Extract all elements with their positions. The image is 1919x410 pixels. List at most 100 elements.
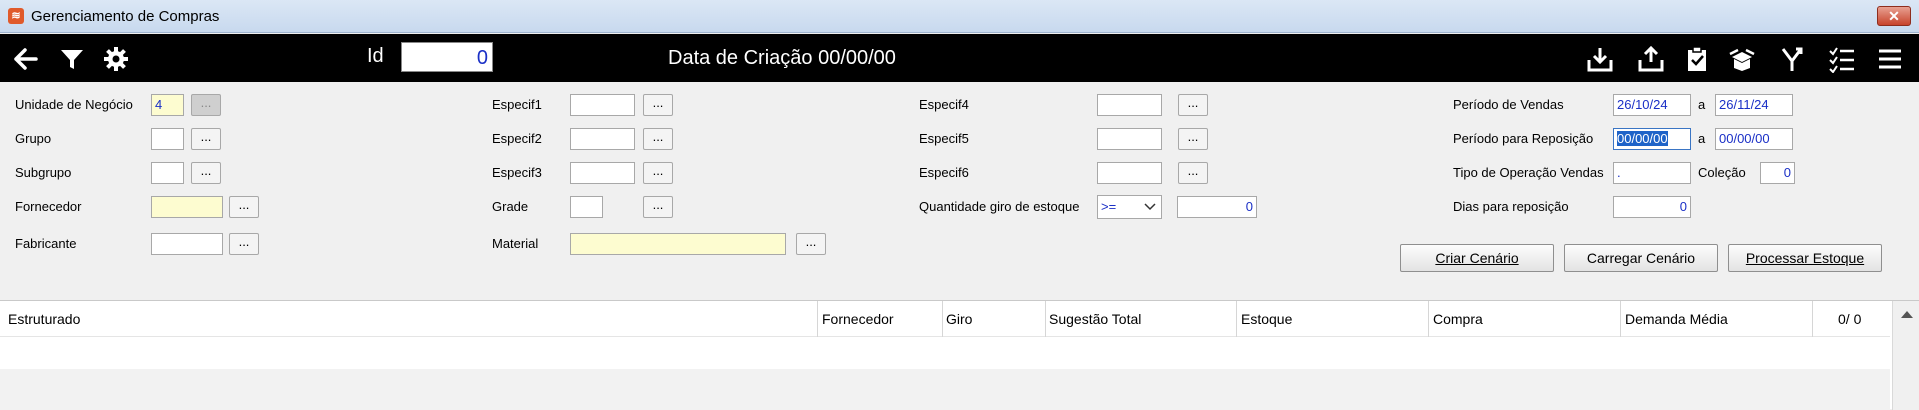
col-sugestao-total[interactable]: Sugestão Total <box>1049 311 1141 327</box>
back-arrow-icon[interactable] <box>10 44 40 74</box>
col-giro[interactable]: Giro <box>946 311 972 327</box>
menu-icon[interactable] <box>1875 44 1905 74</box>
especif1-label: Especif1 <box>492 97 542 112</box>
scroll-up-icon[interactable] <box>1901 311 1913 318</box>
id-label: Id <box>367 45 384 67</box>
unidade-lookup-button[interactable]: ... <box>191 94 221 116</box>
dias-reposicao-label: Dias para reposição <box>1453 199 1569 214</box>
grid-header: Estruturado Fornecedor Giro Sugestão Tot… <box>0 301 1890 337</box>
fornecedor-input[interactable] <box>151 196 223 218</box>
subgrupo-lookup-button[interactable]: ... <box>191 162 221 184</box>
fornecedor-label: Fornecedor <box>15 199 82 214</box>
checklist-icon[interactable] <box>1827 44 1857 74</box>
criar-cenario-label: Criar Cenário <box>1435 250 1519 266</box>
gear-icon[interactable] <box>101 44 131 74</box>
periodo-reposicao-from-input[interactable]: 00/00/00 <box>1613 128 1691 150</box>
periodo-vendas-label: Período de Vendas <box>1453 97 1564 112</box>
col-separator <box>1812 301 1813 337</box>
chevron-down-icon <box>1144 203 1156 211</box>
material-input[interactable] <box>570 233 786 255</box>
periodo-reposicao-label: Período para Reposição <box>1453 131 1594 146</box>
periodo-vendas-to-input[interactable]: 26/11/24 <box>1715 94 1793 116</box>
periodo-vendas-from-input[interactable]: 26/10/24 <box>1613 94 1691 116</box>
grupo-input[interactable] <box>151 128 184 150</box>
open-box-icon[interactable] <box>1727 44 1757 74</box>
toolbar: Id 0 Data de Criação 00/00/00 <box>0 34 1919 82</box>
especif4-input[interactable] <box>1097 94 1162 116</box>
especif3-label: Especif3 <box>492 165 542 180</box>
unidade-input[interactable]: 4 <box>151 94 184 116</box>
especif5-label: Especif5 <box>919 131 969 146</box>
clipboard-check-icon[interactable] <box>1682 44 1712 74</box>
split-arrow-icon[interactable] <box>1777 44 1807 74</box>
unidade-label: Unidade de Negócio <box>15 97 133 112</box>
tipo-operacao-input[interactable]: . <box>1613 162 1691 184</box>
col-separator <box>1045 301 1046 337</box>
grade-label: Grade <box>492 199 529 214</box>
giro-operator-value: >= <box>1101 199 1117 214</box>
colecao-label: Coleção <box>1698 165 1746 180</box>
giro-operator-select[interactable]: >= <box>1097 195 1162 219</box>
subgrupo-label: Subgrupo <box>15 165 72 180</box>
title-bar: ≋ Gerenciamento de Compras ✕ <box>0 0 1919 33</box>
col-separator <box>1620 301 1621 337</box>
col-separator <box>817 301 818 337</box>
grade-lookup-button[interactable]: ... <box>643 196 673 218</box>
col-demanda-media[interactable]: Demanda Média <box>1625 311 1728 327</box>
periodo-reposicao-from-value: 00/00/00 <box>1617 131 1668 146</box>
filter-form: Unidade de Negócio 4 ... Grupo ... Subgr… <box>0 82 1919 302</box>
col-separator <box>1236 301 1237 337</box>
vertical-scrollbar[interactable] <box>1892 301 1919 410</box>
criar-cenario-button[interactable]: Criar Cenário <box>1400 244 1554 272</box>
especif6-input[interactable] <box>1097 162 1162 184</box>
periodo-reposicao-to-input[interactable]: 00/00/00 <box>1715 128 1793 150</box>
close-button[interactable]: ✕ <box>1877 6 1911 26</box>
material-label: Material <box>492 236 539 251</box>
grade-input[interactable] <box>570 196 603 218</box>
carregar-cenario-button[interactable]: Carregar Cenário <box>1564 244 1718 272</box>
tipo-operacao-label: Tipo de Operação Vendas <box>1453 165 1604 180</box>
colecao-input[interactable]: 0 <box>1760 162 1795 184</box>
processar-estoque-label: Processar Estoque <box>1745 250 1865 266</box>
periodo-vendas-separator: a <box>1698 97 1706 112</box>
dias-reposicao-input[interactable]: 0 <box>1613 196 1691 218</box>
row-counter: 0/ 0 <box>1838 311 1862 327</box>
especif1-input[interactable] <box>570 94 635 116</box>
col-compra[interactable]: Compra <box>1433 311 1483 327</box>
periodo-reposicao-separator: a <box>1698 131 1706 146</box>
especif5-input[interactable] <box>1097 128 1162 150</box>
filter-icon[interactable] <box>57 44 87 74</box>
col-fornecedor[interactable]: Fornecedor <box>822 311 894 327</box>
processar-estoque-button[interactable]: Processar Estoque <box>1728 244 1882 272</box>
results-grid: Estruturado Fornecedor Giro Sugestão Tot… <box>0 300 1919 410</box>
app-icon: ≋ <box>8 8 24 24</box>
fornecedor-lookup-button[interactable]: ... <box>229 196 259 218</box>
especif2-lookup-button[interactable]: ... <box>643 128 673 150</box>
subgrupo-input[interactable] <box>151 162 184 184</box>
creation-date-label: Data de Criação 00/00/00 <box>668 47 896 69</box>
especif3-lookup-button[interactable]: ... <box>643 162 673 184</box>
especif3-input[interactable] <box>570 162 635 184</box>
id-input[interactable]: 0 <box>401 42 493 72</box>
especif2-label: Especif2 <box>492 131 542 146</box>
especif6-label: Especif6 <box>919 165 969 180</box>
fabricante-input[interactable] <box>151 233 223 255</box>
download-icon[interactable] <box>1585 44 1615 74</box>
col-separator <box>1428 301 1429 337</box>
especif6-lookup-button[interactable]: ... <box>1178 162 1208 184</box>
especif4-lookup-button[interactable]: ... <box>1178 94 1208 116</box>
especif2-input[interactable] <box>570 128 635 150</box>
col-separator <box>942 301 943 337</box>
upload-icon[interactable] <box>1636 44 1666 74</box>
giro-input[interactable]: 0 <box>1177 196 1257 218</box>
especif4-label: Especif4 <box>919 97 969 112</box>
grupo-lookup-button[interactable]: ... <box>191 128 221 150</box>
col-estoque[interactable]: Estoque <box>1241 311 1292 327</box>
especif5-lookup-button[interactable]: ... <box>1178 128 1208 150</box>
especif1-lookup-button[interactable]: ... <box>643 94 673 116</box>
fabricante-label: Fabricante <box>15 236 77 251</box>
giro-label: Quantidade giro de estoque <box>919 199 1080 214</box>
material-lookup-button[interactable]: ... <box>796 233 826 255</box>
fabricante-lookup-button[interactable]: ... <box>229 233 259 255</box>
col-estruturado[interactable]: Estruturado <box>8 311 80 327</box>
